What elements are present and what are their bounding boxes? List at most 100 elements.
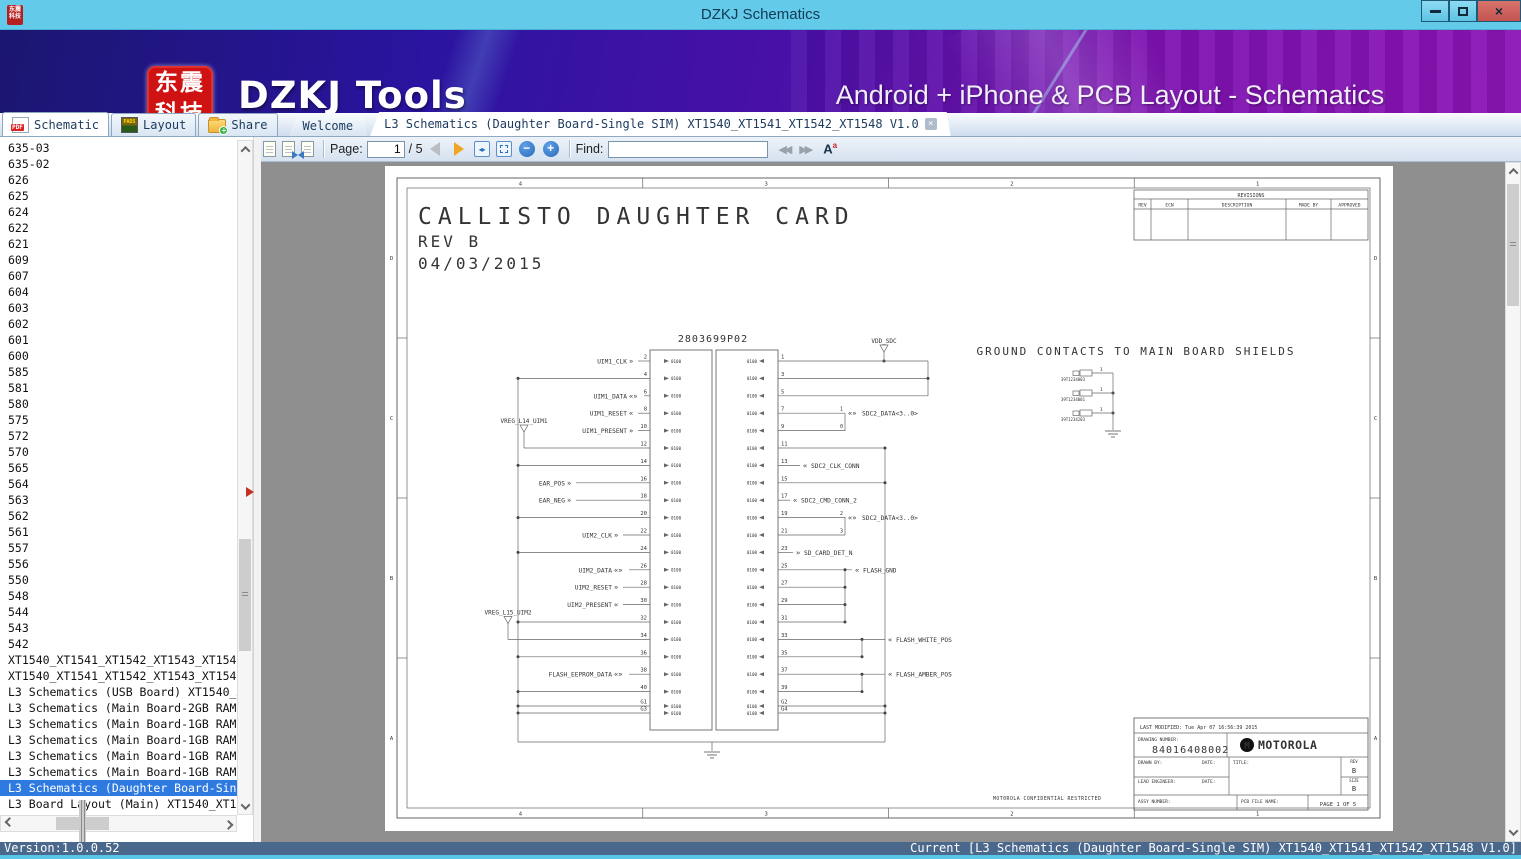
list-item[interactable]: 635-02 (0, 156, 237, 172)
svg-text:0100: 0100 (747, 672, 758, 677)
list-item[interactable]: 572 (0, 428, 237, 444)
sidebar-vertical-scrollbar[interactable] (237, 140, 253, 815)
list-item[interactable]: 602 (0, 316, 237, 332)
list-item[interactable]: 543 (0, 620, 237, 636)
revisions-title: REVISIONS (1237, 193, 1264, 199)
find-prev-icon[interactable]: ◀◀ (778, 143, 789, 156)
list-item[interactable]: L3 Board Layout (Main) XT1540_XT1541_X (0, 796, 237, 812)
list-item[interactable]: 626 (0, 172, 237, 188)
list-item[interactable]: 563 (0, 492, 237, 508)
splitter-collapse-arrow-icon[interactable] (246, 487, 254, 497)
ruler-row-right: B (1374, 576, 1378, 582)
doc-tab-current[interactable]: L3 Schematics (Daughter Board-Single SIM… (370, 112, 951, 136)
prev-page-button[interactable] (430, 142, 440, 156)
list-item[interactable]: 603 (0, 300, 237, 316)
tab-schematic[interactable]: PDF Schematic (2, 112, 109, 136)
fit-page-button[interactable] (496, 141, 512, 157)
list-item[interactable]: L3 Schematics (Main Board-1GB RAM and (0, 748, 237, 764)
zoom-out-button[interactable]: − (519, 141, 535, 157)
list-item[interactable]: 570 (0, 444, 237, 460)
svg-text:30: 30 (640, 598, 647, 604)
list-item[interactable]: XT1540_XT1541_XT1542_XT1543_XT1544_XT1 (0, 652, 237, 668)
list-item[interactable]: 575 (0, 412, 237, 428)
zoom-in-button[interactable]: + (543, 141, 559, 157)
sheet-title: CALLISTO DAUGHTER CARD (418, 204, 855, 230)
ruler-row-right: A (1374, 736, 1378, 742)
viewer-scrollbar-thumb[interactable] (1507, 184, 1519, 306)
fit-width-button[interactable]: ◂▸ (474, 141, 490, 157)
find-input[interactable] (608, 141, 768, 158)
list-item[interactable]: 557 (0, 540, 237, 556)
list-item[interactable]: L3 Schematics (Main Board-2GB RAM and (0, 700, 237, 716)
svg-text:VREG_L14_UIM1: VREG_L14_UIM1 (501, 418, 548, 425)
list-item[interactable]: L3 Schematics (Main Board-1GB RAM and (0, 732, 237, 748)
page-next-copy-icon[interactable] (282, 141, 295, 157)
revisions-col: APPROVED (1338, 203, 1360, 209)
svg-text:«»: «» (848, 514, 856, 522)
list-item[interactable]: 565 (0, 460, 237, 476)
list-item[interactable]: 604 (0, 284, 237, 300)
sidebar-horizontal-scrollbar[interactable] (0, 815, 237, 832)
page-prev-copy-icon[interactable] (301, 141, 314, 157)
list-item[interactable]: 607 (0, 268, 237, 284)
list-item[interactable]: 585 (0, 364, 237, 380)
list-item[interactable]: L3 Schematics (Main Board-1GB RAM and (0, 764, 237, 780)
list-item[interactable]: 600 (0, 348, 237, 364)
net-label: SD_CARD_DET_N (804, 550, 853, 557)
revisions-col: MADE BY (1299, 203, 1319, 209)
svg-text:G3: G3 (640, 707, 647, 713)
list-item[interactable]: 621 (0, 236, 237, 252)
list-item[interactable]: L3 Schematics (Daughter Board-Single S (0, 780, 237, 796)
scroll-up-button[interactable] (238, 141, 252, 157)
viewer-vertical-scrollbar[interactable] (1505, 162, 1521, 842)
minimize-button[interactable] (1421, 0, 1449, 22)
list-item[interactable]: 624 (0, 204, 237, 220)
list-item[interactable]: XT1540_XT1541_XT1542_XT1543_XT1544_XT1 (0, 668, 237, 684)
svg-text:DATE:: DATE: (1202, 779, 1216, 785)
maximize-button[interactable] (1449, 0, 1477, 22)
close-button[interactable]: × (1477, 0, 1521, 22)
list-item[interactable]: 550 (0, 572, 237, 588)
doc-tab-close-icon[interactable]: × (925, 118, 937, 130)
doc-tab-welcome[interactable]: Welcome (289, 115, 368, 136)
list-item[interactable]: 635-03 (0, 140, 237, 156)
list-item[interactable]: 622 (0, 220, 237, 236)
h-scrollbar-thumb[interactable] (56, 817, 109, 830)
tab-layout[interactable]: PADS Layout (111, 113, 196, 136)
list-item[interactable]: 556 (0, 556, 237, 572)
scrollbar-thumb[interactable] (239, 539, 251, 651)
svg-text:3: 3 (840, 529, 843, 535)
list-item[interactable]: L3 Schematics (USB Board) XT1540_XT154 (0, 684, 237, 700)
list-item[interactable]: 609 (0, 252, 237, 268)
svg-text:PCB FILE NAME:: PCB FILE NAME: (1241, 799, 1279, 805)
list-item[interactable]: 542 (0, 636, 237, 652)
next-page-button[interactable] (454, 142, 464, 156)
schematic-page: 44332211DDCCBBAACALLISTO DAUGHTER CARDRE… (385, 166, 1393, 831)
fit-page-icon (500, 145, 508, 153)
svg-text:«: « (614, 601, 618, 609)
list-item[interactable]: 544 (0, 604, 237, 620)
list-item[interactable]: 548 (0, 588, 237, 604)
tab-share[interactable]: + Share (198, 113, 277, 136)
page-number-input[interactable] (367, 141, 405, 158)
sidebar-splitter[interactable] (253, 137, 261, 842)
svg-text:»: » (614, 584, 618, 592)
viewer-scroll-up-button[interactable] (1506, 163, 1520, 180)
svg-text:14: 14 (640, 459, 647, 465)
scroll-left-button[interactable] (1, 816, 17, 831)
scroll-right-button[interactable] (220, 816, 236, 831)
page-copy-icon[interactable] (263, 141, 276, 157)
viewer-scroll-down-button[interactable] (1506, 823, 1520, 841)
list-item[interactable]: 561 (0, 524, 237, 540)
list-item[interactable]: 562 (0, 508, 237, 524)
match-case-icon[interactable]: Aa (823, 141, 837, 156)
scroll-down-button[interactable] (238, 798, 252, 814)
list-item[interactable]: 581 (0, 380, 237, 396)
list-item[interactable]: 564 (0, 476, 237, 492)
list-item[interactable]: L3 Schematics (Main Board-1GB RAM and (0, 716, 237, 732)
svg-text:ASSY NUMBER:: ASSY NUMBER: (1138, 799, 1171, 805)
list-item[interactable]: 625 (0, 188, 237, 204)
list-item[interactable]: 580 (0, 396, 237, 412)
find-next-icon[interactable]: ▶▶ (799, 143, 810, 156)
list-item[interactable]: 601 (0, 332, 237, 348)
